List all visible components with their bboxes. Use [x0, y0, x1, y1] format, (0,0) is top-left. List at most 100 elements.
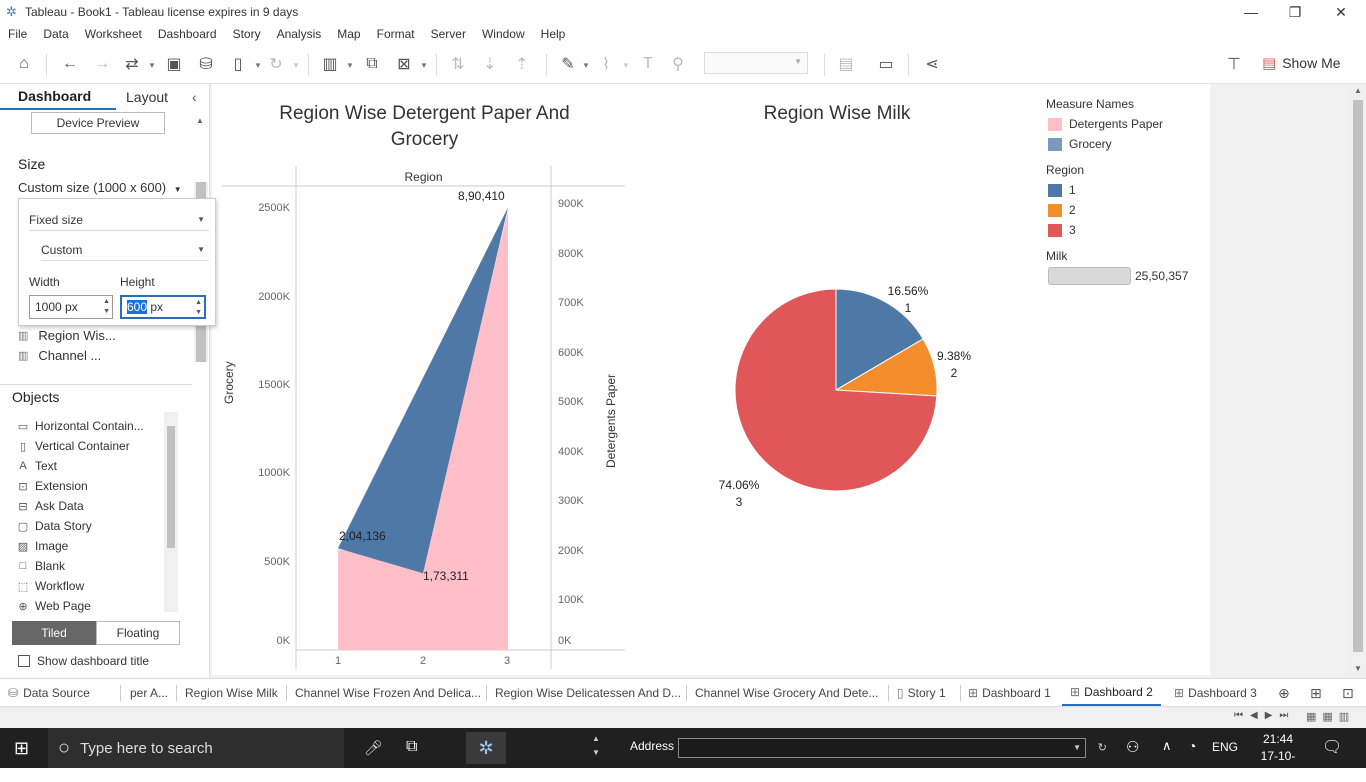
menu-dashboard[interactable]: Dashboard — [150, 27, 225, 41]
size-dropdown[interactable]: Custom size (1000 x 600) ▼ — [18, 180, 182, 195]
close-window-button[interactable]: ✕ — [1318, 0, 1364, 24]
clock[interactable]: 21:44 17-10-2023 — [1248, 731, 1308, 782]
show-me-button[interactable]: ▤ Show Me — [1262, 52, 1341, 74]
device-preview-button[interactable]: Device Preview — [31, 112, 165, 134]
minimize-button[interactable]: — — [1228, 0, 1274, 24]
task-view-icon[interactable]: ⧉ — [406, 738, 417, 756]
dashboard-panel: Dashboard Layout ‹ Device Preview ▲ Size… — [0, 84, 216, 678]
floating-button[interactable]: Floating — [96, 621, 180, 645]
menu-map[interactable]: Map — [329, 27, 368, 41]
menu-server[interactable]: Server — [423, 27, 474, 41]
wifi-icon[interactable]: ◔ — [1188, 738, 1196, 754]
sheet-item[interactable]: ▥ Channel ... — [18, 348, 101, 363]
stepper-icon[interactable]: ▲ ▼ — [195, 298, 202, 318]
menu-story[interactable]: Story — [225, 27, 269, 41]
menu-data[interactable]: Data — [35, 27, 76, 41]
new-story-tab-icon[interactable]: ⊡ — [1342, 679, 1354, 707]
toolbar-scroll-icon[interactable]: ▲ ▼ — [592, 732, 600, 760]
share-icon[interactable]: ⋖ — [920, 52, 944, 76]
legend-detergents-paper[interactable]: Detergents Paper — [1048, 117, 1163, 131]
language-indicator[interactable]: ENG — [1212, 740, 1238, 754]
object-blank[interactable]: □ Blank — [16, 559, 65, 573]
tab-dashboard-3[interactable]: ⊞ Dashboard 3 — [1174, 679, 1257, 707]
show-title-checkbox[interactable]: Show dashboard title — [18, 654, 149, 668]
legend-grocery[interactable]: Grocery — [1048, 137, 1112, 151]
object-extension[interactable]: ⊡ Extension — [16, 479, 87, 493]
replay-icon[interactable]: ⇄ — [120, 52, 144, 76]
new-worksheet-tab-icon[interactable]: ⊕ — [1278, 679, 1290, 707]
taskbar-search[interactable]: ○ Type here to search 🎤︎ — [48, 728, 383, 768]
window-title: Tableau - Book1 - Tableau license expire… — [25, 5, 299, 19]
duplicate-sheet-icon[interactable]: ⧉ — [360, 52, 384, 76]
menu-help[interactable]: Help — [533, 27, 574, 41]
clear-sheet-icon[interactable]: ⊠ — [392, 52, 416, 76]
object-web-page[interactable]: ⊕ Web Page — [16, 599, 90, 613]
notifications-icon[interactable]: 🗨︎ — [1322, 737, 1342, 757]
menu-file[interactable]: File — [0, 27, 35, 41]
windows-start-icon[interactable]: ⊞ — [14, 738, 29, 759]
scroll-up-icon[interactable]: ▲ — [196, 116, 204, 125]
menu-worksheet[interactable]: Worksheet — [77, 27, 150, 41]
tab-navigation-icons[interactable]: ⏮◀▶⏭ — [1234, 710, 1295, 721]
tab-dashboard-2[interactable]: ⊞ Dashboard 2 — [1062, 679, 1161, 707]
tab-sheet[interactable]: per A... — [130, 679, 168, 707]
tab-sheet[interactable]: Channel Wise Grocery And Dete... — [695, 679, 878, 707]
data-label: 8,90,410 — [458, 189, 505, 203]
refresh-icon[interactable]: ↻ — [1098, 741, 1107, 754]
tab-sheet[interactable]: Region Wise Delicatessen And D... — [495, 679, 681, 707]
new-dashboard-tab-icon[interactable]: ⊞ — [1310, 679, 1322, 707]
pause-updates-icon[interactable]: ▯ — [226, 52, 250, 76]
new-data-source-icon[interactable]: ⛁ — [194, 52, 218, 76]
sheet-item[interactable]: ▥ Region Wis... — [18, 328, 116, 343]
new-worksheet-icon[interactable]: ▥ — [318, 52, 342, 76]
data-label: 1,73,311 — [423, 569, 469, 583]
tab-sheet[interactable]: Region Wise Milk — [185, 679, 278, 707]
menu-format[interactable]: Format — [369, 27, 423, 41]
chevron-up-icon[interactable]: ∧ — [1162, 738, 1172, 754]
collapse-panel-icon[interactable]: ‹ — [192, 84, 197, 110]
object-workflow[interactable]: ⬚ Workflow — [16, 579, 84, 593]
width-input[interactable]: 1000 px ▲ ▼ — [29, 295, 113, 319]
tab-dashboard[interactable]: Dashboard — [0, 84, 116, 110]
format-painter-icon[interactable]: ⊤ — [1222, 52, 1246, 76]
size-preset-select[interactable]: Custom ▼ — [41, 239, 209, 261]
legend-region-3[interactable]: 3 — [1048, 223, 1076, 237]
object-vertical-container[interactable]: ▯ Vertical Container — [16, 439, 130, 453]
legend-region-1[interactable]: 1 — [1048, 183, 1076, 197]
object-image[interactable]: ▨ Image — [16, 539, 69, 553]
restore-button[interactable]: ❐ — [1272, 0, 1318, 24]
presentation-mode-icon[interactable]: ▭ — [874, 52, 898, 76]
save-icon[interactable]: ▣ — [162, 52, 186, 76]
stepper-icon[interactable]: ▲ ▼ — [103, 297, 110, 317]
region-legend-title: Region — [1046, 163, 1085, 177]
tableau-taskbar-icon[interactable]: ✲ — [466, 732, 506, 764]
tab-dashboard-1[interactable]: ⊞ Dashboard 1 — [968, 679, 1051, 707]
view-mode-icons[interactable]: ▦▦▥ — [1306, 710, 1355, 723]
tab-sheet[interactable]: Channel Wise Frozen And Delica... — [295, 679, 481, 707]
area-chart[interactable] — [212, 84, 632, 675]
view-size-dropdown[interactable]: ▼ — [704, 52, 808, 74]
legend-region-2[interactable]: 2 — [1048, 203, 1076, 217]
height-input[interactable]: 600 px ▲ ▼ — [120, 295, 206, 319]
search-icon: ○ — [58, 736, 71, 759]
highlight-icon[interactable]: ✎ — [556, 52, 580, 76]
chevron-down-icon[interactable]: ▼ — [1073, 743, 1081, 752]
tab-layout[interactable]: Layout — [126, 84, 168, 110]
tab-data-source[interactable]: ⛁ Data Source — [8, 679, 90, 707]
sheet-icon: ▥ — [18, 350, 29, 362]
size-mode-select[interactable]: Fixed size ▼ — [29, 209, 209, 231]
undo-icon[interactable]: ← — [58, 52, 82, 76]
canvas-scrollbar[interactable]: ▲ ▼ — [1350, 84, 1366, 678]
object-data-story[interactable]: ▢ Data Story — [16, 519, 92, 533]
menu-analysis[interactable]: Analysis — [269, 27, 330, 41]
object-horizontal-container[interactable]: ▭ Horizontal Contain... — [16, 419, 144, 433]
address-input[interactable]: ↻ ▼ — [678, 738, 1107, 758]
object-text[interactable]: A Text — [16, 459, 57, 473]
tiled-button[interactable]: Tiled — [12, 621, 96, 645]
home-icon[interactable]: ⌂ — [12, 52, 36, 76]
people-icon[interactable]: ⚇ — [1126, 738, 1139, 756]
object-ask-data[interactable]: ⊟ Ask Data — [16, 499, 83, 513]
menu-window[interactable]: Window — [474, 27, 533, 41]
tab-story-1[interactable]: ▯ Story 1 — [897, 679, 946, 707]
objects-scrollbar[interactable] — [164, 412, 178, 612]
